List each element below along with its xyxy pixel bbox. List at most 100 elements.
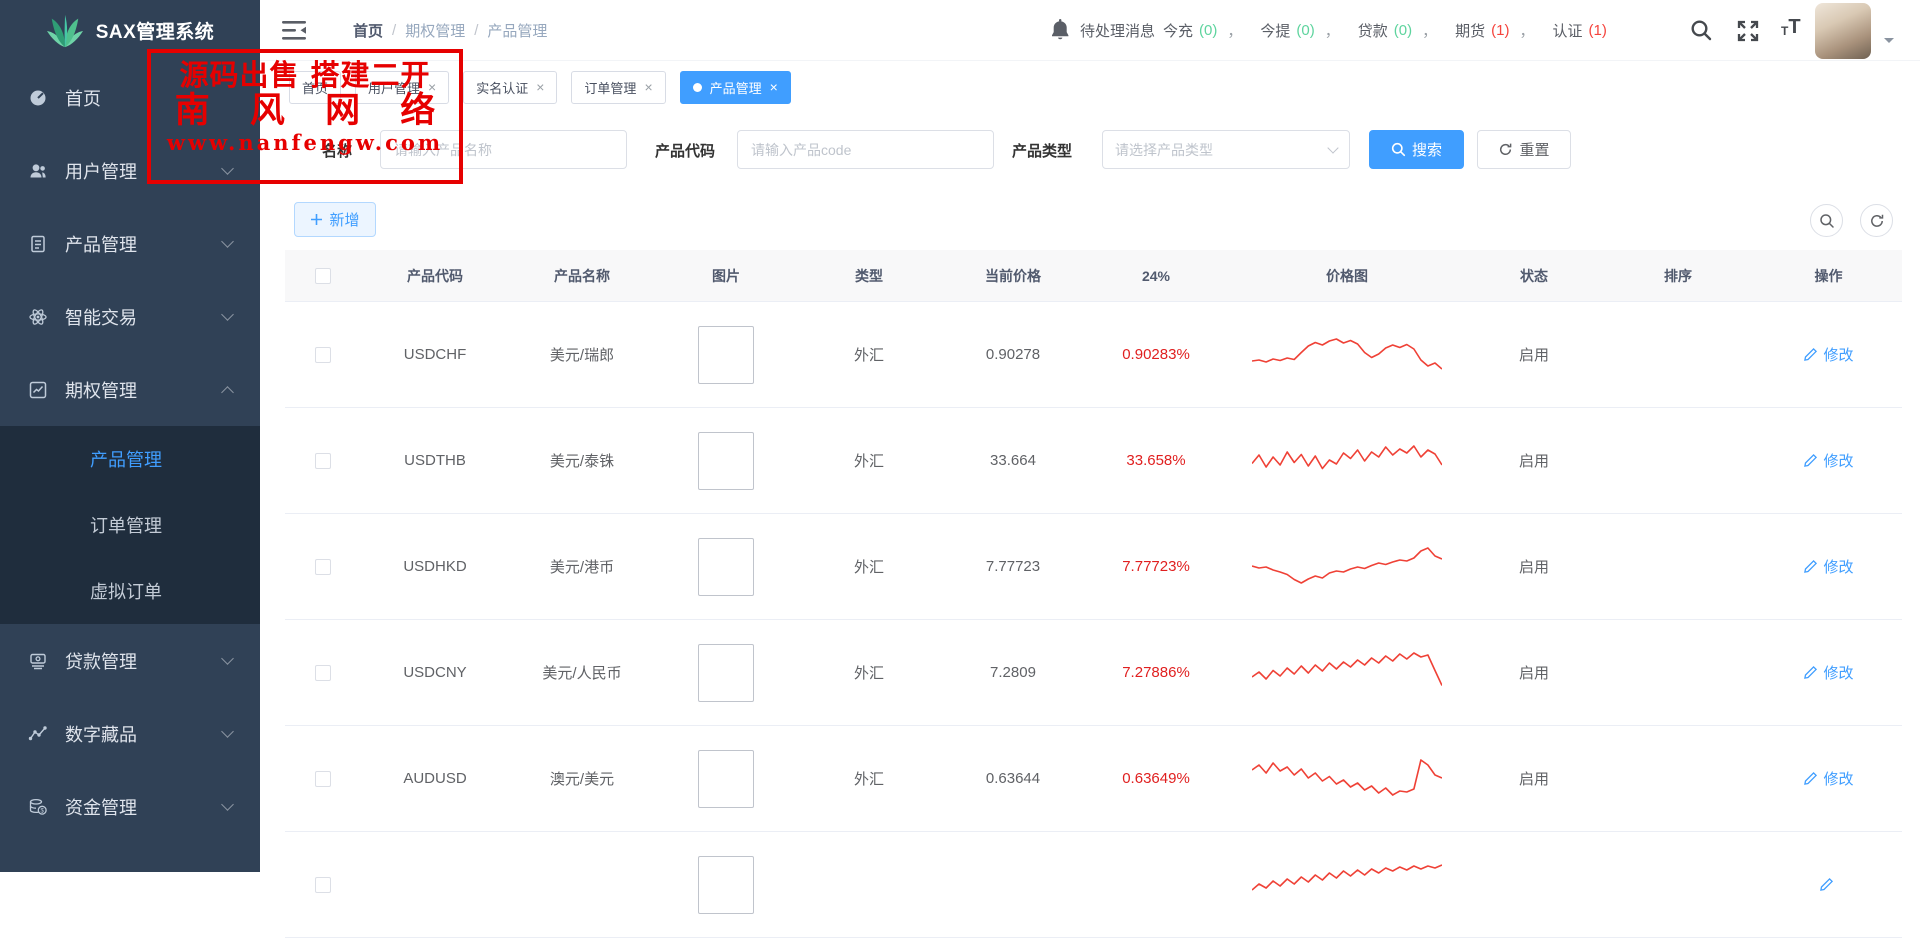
sidebar-item-label: 资金管理	[65, 794, 137, 820]
coins-icon: $	[28, 797, 48, 817]
add-button-label: 新增	[329, 209, 359, 230]
select-all-checkbox[interactable]	[315, 268, 331, 284]
edit-button-label: 修改	[1823, 450, 1853, 471]
edit-pencil-icon	[1803, 453, 1818, 468]
column-header-status: 状态	[1467, 266, 1601, 286]
sidebar-item-users[interactable]: 用户管理	[0, 134, 260, 207]
search-button[interactable]: 搜索	[1369, 130, 1464, 169]
table-refresh-button[interactable]	[1860, 204, 1893, 237]
row-checkbox[interactable]	[315, 347, 331, 363]
breadcrumb-separator: /	[474, 22, 478, 39]
tab-product-manage[interactable]: 产品管理 ×	[680, 71, 791, 104]
chevron-down-icon	[1327, 142, 1338, 153]
close-icon[interactable]: ×	[644, 80, 652, 94]
close-icon[interactable]: ×	[536, 80, 544, 94]
table-row	[285, 832, 1902, 938]
row-checkbox[interactable]	[315, 771, 331, 787]
edit-button-label: 修改	[1823, 662, 1853, 683]
cell-pct: 33.658%	[1085, 452, 1227, 469]
hamburger-menu-icon[interactable]	[282, 20, 308, 41]
table-search-toggle-button[interactable]	[1810, 204, 1843, 237]
submenu-item-label: 订单管理	[90, 512, 162, 538]
search-icon[interactable]	[1690, 19, 1713, 42]
edit-button[interactable]: 修改	[1803, 344, 1853, 365]
edit-button[interactable]: 修改	[1803, 450, 1853, 471]
edit-button-label: 修改	[1823, 344, 1853, 365]
breadcrumb-home[interactable]: 首页	[353, 20, 383, 41]
row-checkbox[interactable]	[315, 665, 331, 681]
notice-comma: ，	[1325, 20, 1340, 41]
tab-order-manage[interactable]: 订单管理 ×	[571, 71, 665, 104]
product-image	[698, 326, 754, 384]
chevron-down-icon	[221, 652, 234, 665]
price-sparkline	[1252, 538, 1442, 596]
row-checkbox[interactable]	[315, 453, 331, 469]
avatar[interactable]	[1815, 3, 1871, 59]
notice-item-label: 期货	[1455, 20, 1485, 41]
fullscreen-icon[interactable]	[1736, 19, 1760, 43]
cell-type: 外汇	[797, 662, 941, 683]
tab-home[interactable]: 首页	[289, 71, 341, 104]
sidebar-item-smart-trade[interactable]: 智能交易	[0, 280, 260, 353]
edit-pencil-icon	[1803, 347, 1818, 362]
edit-pencil-icon	[1803, 559, 1818, 574]
row-checkbox[interactable]	[315, 559, 331, 575]
bell-icon[interactable]	[1049, 18, 1071, 43]
search-icon	[1819, 213, 1835, 229]
close-icon[interactable]: ×	[770, 80, 778, 94]
plus-icon	[310, 213, 323, 226]
row-checkbox[interactable]	[315, 877, 331, 893]
product-code-input[interactable]	[737, 130, 994, 169]
sidebar-item-funds[interactable]: $ 资金管理	[0, 770, 260, 843]
cell-type: 外汇	[797, 556, 941, 577]
refresh-icon	[1869, 213, 1885, 229]
sidebar-item-loans[interactable]: 贷款管理	[0, 624, 260, 697]
cell-pct: 0.63649%	[1085, 770, 1227, 787]
avatar-dropdown-caret-icon[interactable]	[1884, 38, 1894, 48]
chevron-down-icon	[221, 162, 234, 175]
edit-button[interactable]: 修改	[1803, 556, 1853, 577]
cell-code: USDTHB	[361, 452, 509, 469]
reset-button[interactable]: 重置	[1477, 130, 1571, 169]
close-icon[interactable]: ×	[428, 80, 436, 94]
submenu-item-virtual-order[interactable]: 虚拟订单	[0, 558, 260, 624]
edit-button[interactable]: 修改	[1803, 768, 1853, 789]
select-placeholder: 请选择产品类型	[1115, 140, 1213, 160]
submenu-item-product-manage[interactable]: 产品管理	[0, 426, 260, 492]
notice-count: (1)	[1589, 22, 1607, 39]
sidebar-item-home[interactable]: 首页	[0, 61, 260, 134]
tab-user-manage[interactable]: 用户管理 ×	[355, 71, 449, 104]
chevron-up-icon	[221, 386, 234, 399]
price-sparkline	[1252, 644, 1442, 702]
sidebar-item-nft[interactable]: 数字藏品	[0, 697, 260, 770]
column-header-name: 产品名称	[509, 266, 655, 286]
chart-icon	[28, 380, 48, 400]
cell-pct: 7.77723%	[1085, 558, 1227, 575]
logo: SAX管理系统	[0, 0, 260, 61]
product-name-input[interactable]	[380, 130, 627, 169]
product-type-select[interactable]: 请选择产品类型	[1102, 130, 1350, 169]
edit-button[interactable]	[1819, 877, 1839, 892]
breadcrumb-options[interactable]: 期权管理	[405, 20, 465, 41]
add-button[interactable]: 新增	[294, 202, 376, 237]
breadcrumb-separator: /	[392, 22, 396, 39]
column-header-code: 产品代码	[361, 266, 509, 286]
notice-count: (0)	[1296, 22, 1314, 39]
tab-real-name-auth[interactable]: 实名认证 ×	[463, 71, 557, 104]
cell-name: 美元/瑞郎	[509, 344, 655, 365]
sidebar-item-label: 数字藏品	[65, 721, 137, 747]
notice-item-label: 今充	[1163, 20, 1193, 41]
cell-type: 外汇	[797, 344, 941, 365]
font-size-icon[interactable]: TT	[1781, 17, 1801, 37]
submenu-item-order-manage[interactable]: 订单管理	[0, 492, 260, 558]
column-header-price: 当前价格	[941, 266, 1085, 286]
submenu-item-label: 产品管理	[90, 446, 162, 472]
notice-count: (1)	[1491, 22, 1509, 39]
sidebar-item-products[interactable]: 产品管理	[0, 207, 260, 280]
cell-status: 启用	[1467, 450, 1601, 471]
sidebar-item-options[interactable]: 期权管理	[0, 353, 260, 426]
sidebar-item-label: 用户管理	[65, 158, 137, 184]
edit-button[interactable]: 修改	[1803, 662, 1853, 683]
column-header-sort: 排序	[1601, 266, 1755, 286]
notice-item-label: 贷款	[1358, 20, 1388, 41]
